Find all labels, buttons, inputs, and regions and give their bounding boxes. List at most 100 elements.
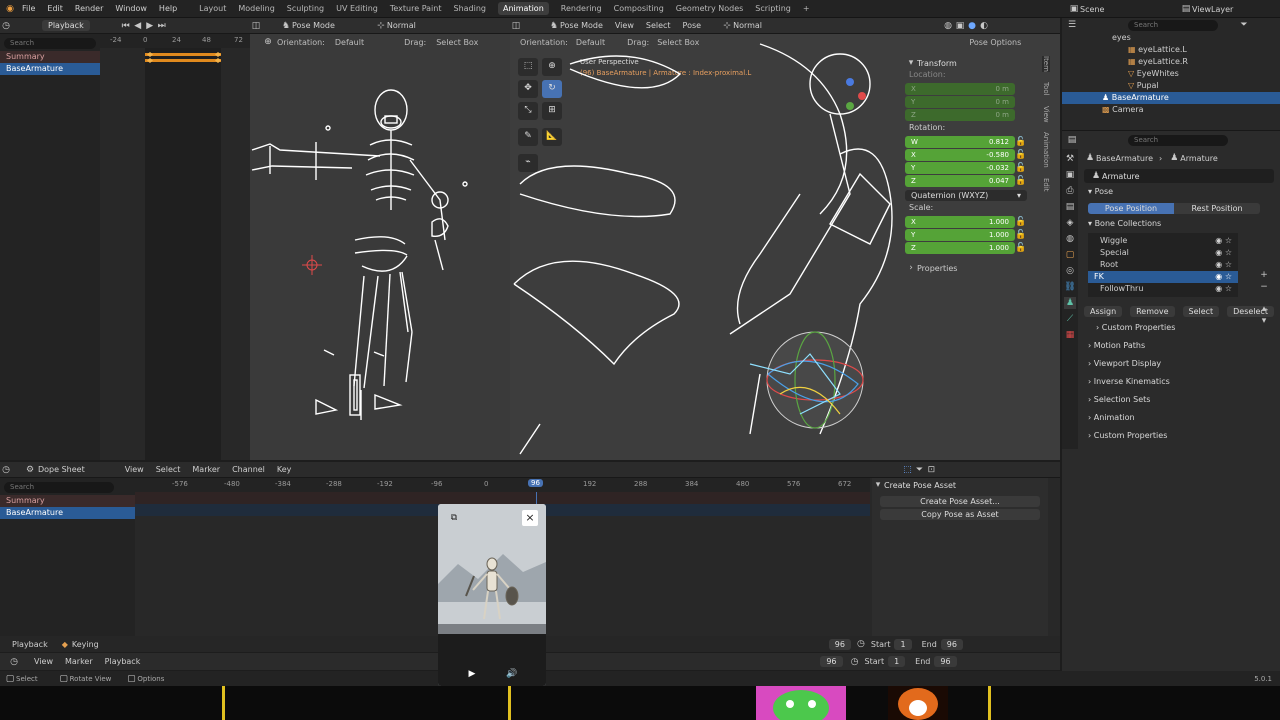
lock-icon[interactable]: 🔓 — [1015, 216, 1027, 228]
view-layer-tab-icon[interactable]: ▤ — [1064, 201, 1076, 213]
tab-rendering[interactable]: Rendering — [561, 4, 602, 13]
menu-marker[interactable]: Marker — [65, 657, 93, 666]
xray-toggle-icon[interactable]: ▣ — [954, 20, 966, 32]
tab-texture-paint[interactable]: Texture Paint — [390, 4, 442, 13]
play-icon[interactable]: ▶ — [466, 668, 478, 680]
left-transform-dropdown[interactable]: Normal — [387, 21, 416, 30]
filter-icon[interactable]: ⏷ — [913, 464, 925, 476]
expand-icon[interactable]: ⧉ — [448, 512, 460, 524]
playback-dropdown[interactable]: Playback — [12, 640, 48, 649]
play-icon[interactable]: ▶ — [144, 20, 156, 32]
channel-basearmature[interactable]: BaseArmature — [0, 507, 135, 519]
menu-marker[interactable]: Marker — [192, 465, 220, 474]
scale-y-field[interactable]: Y 1.000 — [905, 228, 1015, 241]
select-button[interactable]: Select — [1182, 305, 1220, 317]
pose-options-dropdown[interactable]: Pose Options — [969, 38, 1021, 47]
shading-solid-icon[interactable]: ● — [966, 20, 978, 32]
playback-dropdown[interactable]: Playback — [42, 20, 90, 31]
channel-basearmature[interactable]: BaseArmature — [0, 63, 100, 75]
custom-properties-panel[interactable]: › Custom Properties — [1084, 427, 1274, 445]
visibility-eye-icon[interactable]: ◉ ☆ — [1215, 235, 1232, 247]
create-pose-asset-button[interactable]: Create Pose Asset... — [880, 496, 1040, 507]
editor-type-icon[interactable]: ◫ — [250, 20, 262, 32]
bone-collection-item-selected[interactable]: FK ◉ ☆ — [1088, 271, 1238, 283]
pose-position-button[interactable]: Pose Position — [1088, 202, 1174, 214]
current-frame-field[interactable]: 96 — [828, 638, 851, 650]
menu-view[interactable]: View — [125, 465, 144, 474]
transform-panel-header[interactable]: ▾ Transform — [905, 56, 1035, 70]
remove-icon[interactable]: − — [1258, 281, 1270, 293]
top-timeline-search[interactable]: Search — [4, 38, 96, 49]
menu-playback[interactable]: Playback — [105, 657, 141, 666]
inverse-kinematics-panel[interactable]: › Inverse Kinematics — [1084, 373, 1274, 391]
keying-dropdown[interactable]: Keying — [72, 640, 99, 649]
viewport-display-panel[interactable]: › Viewport Display — [1084, 355, 1274, 373]
keyframe-strip[interactable] — [145, 52, 221, 64]
scene-selector[interactable]: ▣ Scene — [1068, 3, 1105, 15]
play-reverse-icon[interactable]: ◀ — [132, 20, 144, 32]
bone-collection-item[interactable]: Wiggle ◉ ☆ — [1088, 235, 1238, 247]
top-timeline-ruler[interactable]: -24 0 24 48 72 — [100, 34, 250, 48]
editor-type-icon[interactable]: ☰ — [1066, 19, 1078, 31]
channel-summary[interactable]: Summary — [0, 495, 135, 507]
properties-subpanel[interactable]: › Properties — [905, 262, 1035, 274]
bone-collection-item[interactable]: Root ◉ ☆ — [1088, 259, 1238, 271]
lock-icon[interactable]: 🔓 — [1015, 242, 1027, 254]
bone-collection-item[interactable]: Special ◉ ☆ — [1088, 247, 1238, 259]
editor-type-icon[interactable]: ◷ — [8, 656, 20, 668]
left-viewport[interactable]: ◫ ♞ Pose Mode ⊹ Normal ⊕ Orientation: De… — [250, 18, 510, 460]
texture-tab-icon[interactable]: ▦ — [1064, 329, 1076, 341]
location-y-field[interactable]: Y 0 m — [905, 95, 1015, 108]
outliner-item-eyelattice-r[interactable]: ▦ eyeLattice.R — [1062, 56, 1280, 68]
bone-collection-item[interactable]: FollowThru ◉ ☆ — [1088, 283, 1238, 295]
outliner-item-eyes[interactable]: eyes — [1062, 32, 1280, 44]
tab-layout[interactable]: Layout — [199, 4, 226, 13]
lock-icon[interactable]: 🔓 — [1015, 162, 1027, 174]
dope-sheet-mode-dropdown[interactable]: Dope Sheet — [38, 465, 85, 474]
orientation-dropdown[interactable]: Default — [335, 38, 364, 47]
tab-animation[interactable]: Animation — [497, 2, 549, 15]
overlay-toggle-icon[interactable]: ◍ — [942, 20, 954, 32]
rotation-z-field[interactable]: Z 0.047 — [905, 174, 1015, 187]
rotation-x-field[interactable]: X -0.580 — [905, 148, 1015, 161]
visibility-eye-icon[interactable]: ◉ ☆ — [1215, 283, 1232, 295]
dope-sheet-ruler[interactable]: -576 -480 -384 -288 -192 -96 0 192 288 3… — [135, 478, 870, 492]
dope-sheet-search[interactable]: Search — [4, 482, 114, 493]
selection-sets-panel[interactable]: › Selection Sets — [1084, 391, 1274, 409]
tab-tool[interactable]: Tool — [1042, 82, 1050, 96]
rest-position-button[interactable]: Rest Position — [1174, 202, 1260, 214]
main-mode-dropdown[interactable]: Pose Mode — [560, 21, 603, 30]
menu-help[interactable]: Help — [159, 4, 177, 13]
view-layer-selector[interactable]: ▤ ViewLayer — [1180, 3, 1234, 15]
outliner-search[interactable]: Search — [1128, 19, 1218, 31]
create-pose-asset-header[interactable]: ▾ Create Pose Asset — [872, 478, 1048, 492]
blender-logo-icon[interactable]: ◉ — [4, 3, 16, 15]
start-frame-field[interactable]: 1 — [894, 638, 912, 650]
rotation-y-field[interactable]: Y -0.032 — [905, 161, 1015, 174]
end-frame-field[interactable]: 96 — [934, 656, 957, 667]
menu-view[interactable]: View — [34, 657, 53, 666]
datablock-selector[interactable]: ♟ Armature — [1084, 169, 1274, 183]
bone-tab-icon[interactable]: ⟋ — [1064, 313, 1076, 325]
video-preview-popup[interactable]: ⧉ × ▶ 🔊 — [438, 504, 546, 686]
pose-panel-header[interactable]: ▾ Pose — [1084, 183, 1274, 201]
add-icon[interactable]: + — [1258, 269, 1270, 281]
lock-icon[interactable]: 🔓 — [1015, 175, 1027, 187]
snap-icon[interactable]: ⊡ — [925, 464, 937, 476]
editor-type-icon[interactable]: ▤ — [1066, 134, 1078, 146]
left-mode-dropdown[interactable]: Pose Mode — [292, 21, 335, 30]
scene-tab-icon[interactable]: ◈ — [1064, 217, 1076, 229]
main-viewport[interactable]: ◫ ♞ Pose Mode View Select Pose ⊹ Normal … — [510, 18, 1060, 460]
location-x-field[interactable]: X 0 m — [905, 82, 1015, 95]
menu-key[interactable]: Key — [277, 465, 292, 474]
properties-search[interactable]: Search — [1128, 134, 1228, 146]
start-frame-field[interactable]: 1 — [888, 656, 906, 667]
scale-z-field[interactable]: Z 1.000 — [905, 241, 1015, 254]
scale-x-field[interactable]: X 1.000 — [905, 215, 1015, 228]
visibility-eye-icon[interactable]: ◉ ☆ — [1215, 271, 1232, 283]
visibility-eye-icon[interactable]: ◉ ☆ — [1215, 247, 1232, 259]
constraints-tab-icon[interactable]: ⛓ — [1064, 281, 1076, 293]
playhead-frame-indicator[interactable]: 96 — [528, 479, 543, 487]
menu-view[interactable]: View — [615, 21, 634, 30]
editor-type-icon[interactable]: ◷ — [0, 20, 12, 32]
